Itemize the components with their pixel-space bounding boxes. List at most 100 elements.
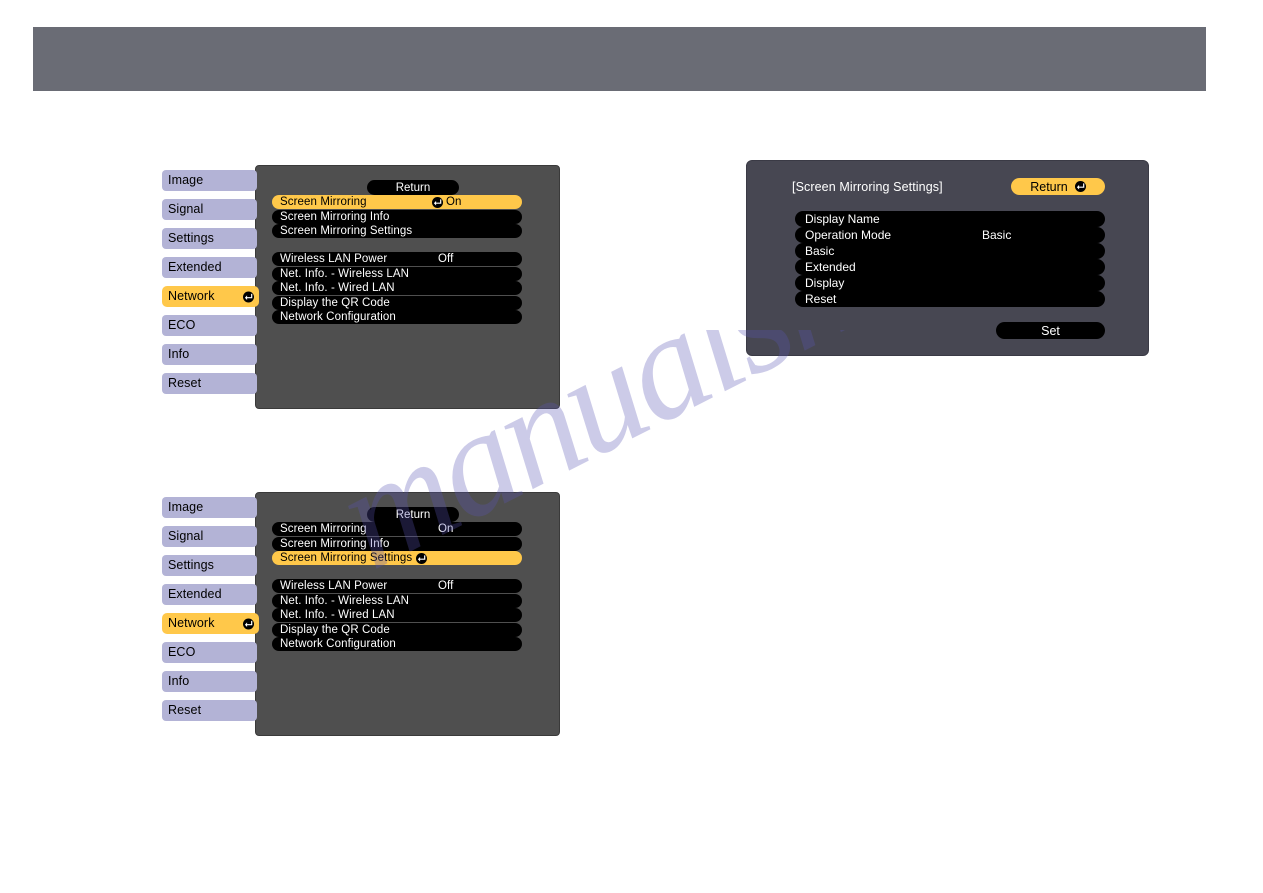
page-header-bar [33,27,1206,91]
menu-row[interactable]: Wireless LAN Power Off [272,579,522,593]
menu-row[interactable]: Network Configuration [272,637,522,651]
menu-row-label: Net. Info. - Wired LAN [280,609,395,621]
dialog-row[interactable]: Extended [795,259,1105,275]
menu-row[interactable]: Wireless LAN Power Off [272,252,522,266]
sidebar-item-signal[interactable]: Signal [162,199,257,220]
return-button-label: Return [1030,179,1068,194]
menu-row[interactable]: Net. Info. - Wired LAN [272,281,522,295]
menu-row-label: Screen Mirroring Settings [280,225,413,237]
menu-row[interactable]: Network Configuration [272,310,522,324]
menu-row-label: Screen Mirroring Info [280,210,390,223]
dialog-row[interactable]: Display Name [795,211,1105,227]
menu-row[interactable]: Screen Mirroring On [272,522,522,536]
menu-row-label: Net. Info. - Wired LAN [280,282,395,294]
menu-row[interactable]: Display the QR Code [272,295,522,310]
return-button-label: Return [395,508,431,521]
osd-category-sidebar[interactable]: Image Signal Settings Extended Network ECO Inf… [162,497,259,729]
sidebar-item-label: Settings [168,558,214,573]
osd-figure-top-left: Image Signal Settings Extended Network ECO Inf… [162,165,562,415]
menu-row[interactable]: Display the QR Code [272,622,522,637]
dialog-title: [Screen Mirroring Settings] [792,180,943,194]
sidebar-item-label: Info [168,347,190,362]
set-button[interactable]: Set [996,322,1105,339]
dialog-row-label: Reset [805,292,837,306]
menu-row-label: Screen Mirroring Settings [280,552,413,564]
sidebar-item-extended[interactable]: Extended [162,584,257,605]
osd-category-sidebar[interactable]: Image Signal Settings Extended Network ECO Inf… [162,170,259,402]
menu-row[interactable]: Screen Mirroring On [272,195,522,209]
menu-row[interactable]: Screen Mirroring Info [272,209,522,224]
dialog-row-label: Basic [805,244,835,258]
enter-key-icon [243,291,254,302]
menu-row-label: Screen Mirroring Info [280,537,390,550]
sidebar-item-network[interactable]: Network [162,613,259,634]
sidebar-item-eco[interactable]: ECO [162,642,257,663]
sidebar-item-label: Signal [168,529,204,544]
sidebar-item-settings[interactable]: Settings [162,555,257,576]
menu-row-label: Wireless LAN Power [280,253,388,265]
sidebar-item-image[interactable]: Image [162,497,257,518]
menu-row[interactable]: Screen Mirroring Settings [272,224,522,238]
sidebar-item-signal[interactable]: Signal [162,526,257,547]
menu-row-label: Screen Mirroring [280,196,367,208]
screen-mirroring-settings-dialog: [Screen Mirroring Settings] Return Displ… [746,160,1149,356]
sidebar-item-label: Image [168,173,204,188]
enter-key-icon [416,552,428,564]
sidebar-item-info[interactable]: Info [162,344,257,365]
sidebar-item-label: Extended [168,587,222,602]
sidebar-item-info[interactable]: Info [162,671,257,692]
menu-row[interactable]: Net. Info. - Wireless LAN [272,266,522,281]
return-button[interactable]: Return [1011,178,1105,195]
sidebar-item-label: Network [168,616,215,631]
dialog-row-label: Operation Mode [805,228,892,242]
dialog-row-label: Display Name [805,212,880,226]
dialog-row[interactable]: Reset [795,291,1105,307]
set-button-label: Set [1041,323,1060,338]
dialog-row[interactable]: Operation Mode Basic [795,227,1105,243]
menu-row-value: Off [438,253,454,265]
sidebar-item-label: Image [168,500,204,515]
enter-key-icon [1074,181,1086,192]
return-button[interactable]: Return [367,507,459,522]
menu-row[interactable]: Net. Info. - Wireless LAN [272,593,522,608]
dialog-row-value: Basic [982,228,1012,242]
return-button-label: Return [395,181,431,194]
enter-key-icon [243,618,254,629]
menu-row[interactable]: Screen Mirroring Settings [272,551,522,565]
sidebar-item-extended[interactable]: Extended [162,257,257,278]
sidebar-item-label: ECO [168,318,196,333]
menu-row-label: Display the QR Code [280,296,390,309]
return-button[interactable]: Return [367,180,459,195]
dialog-row-label: Display [805,276,845,290]
sidebar-item-network[interactable]: Network [162,286,259,307]
enter-key-icon [432,196,443,208]
menu-row-value: Off [438,580,454,592]
sidebar-item-label: Extended [168,260,222,275]
dialog-row-label: Extended [805,260,856,274]
menu-row[interactable]: Net. Info. - Wired LAN [272,608,522,622]
menu-row-label: Display the QR Code [280,623,390,636]
menu-row-value: On [446,196,462,208]
menu-row-label: Net. Info. - Wireless LAN [280,594,410,607]
menu-row-label: Wireless LAN Power [280,580,388,592]
menu-row[interactable]: Screen Mirroring Info [272,536,522,551]
osd-figure-bottom-left: Image Signal Settings Extended Network ECO Inf… [162,492,562,742]
sidebar-item-label: ECO [168,645,196,660]
sidebar-item-label: Settings [168,231,214,246]
sidebar-item-settings[interactable]: Settings [162,228,257,249]
sidebar-item-image[interactable]: Image [162,170,257,191]
sidebar-item-eco[interactable]: ECO [162,315,257,336]
dialog-row[interactable]: Display [795,275,1105,291]
menu-row-label: Screen Mirroring [280,523,367,535]
menu-row-label: Network Configuration [280,311,396,323]
sidebar-item-label: Reset [168,703,202,718]
sidebar-item-reset[interactable]: Reset [162,700,257,721]
sidebar-item-reset[interactable]: Reset [162,373,257,394]
sidebar-item-label: Network [168,289,215,304]
menu-row-value: On [438,523,454,535]
menu-row-label: Net. Info. - Wireless LAN [280,267,410,280]
dialog-row[interactable]: Basic [795,243,1105,259]
menu-row-label: Network Configuration [280,638,396,650]
sidebar-item-label: Info [168,674,190,689]
sidebar-item-label: Reset [168,376,202,391]
